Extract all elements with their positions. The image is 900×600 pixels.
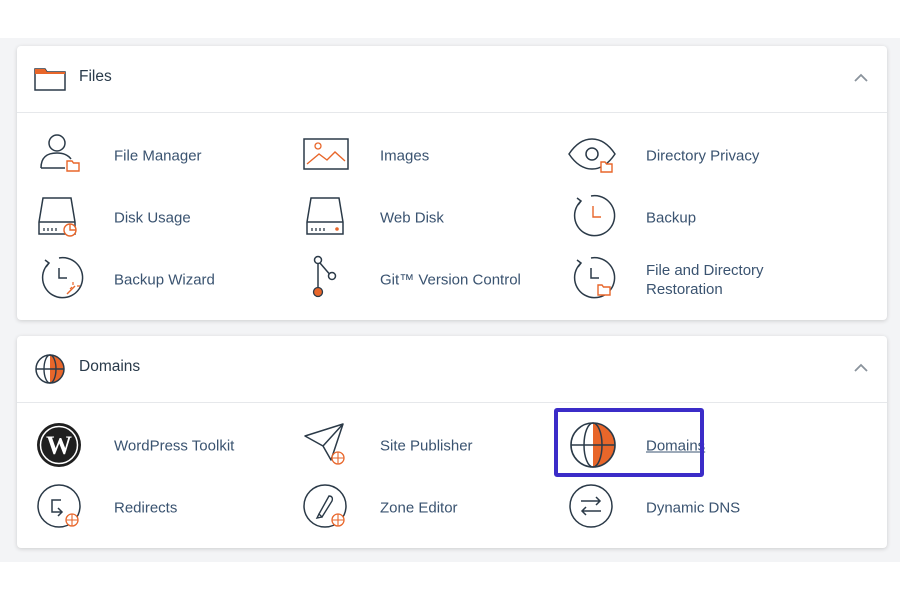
git-version-control-label[interactable]: Git™ Version Control — [380, 271, 521, 290]
dynamic-dns-label[interactable]: Dynamic DNS — [646, 499, 740, 518]
backup-tile[interactable]: Backup — [569, 192, 829, 244]
git-version-control-tile[interactable]: Git™ Version Control — [303, 254, 543, 306]
zone-editor-icon — [303, 482, 353, 532]
directory-privacy-tile[interactable]: Directory Privacy — [568, 130, 829, 182]
redirects-icon — [37, 482, 87, 532]
directory-privacy-icon — [568, 130, 619, 180]
site-publisher-label[interactable]: Site Publisher — [380, 437, 473, 456]
files-panel: Files File Manager Images Directory Priv… — [17, 46, 887, 320]
backup-wizard-tile[interactable]: Backup Wizard — [37, 254, 267, 306]
restoration-label-line1: File and Directory — [646, 262, 764, 279]
file-directory-restoration-tile[interactable]: File and Directory Restoration — [569, 254, 839, 306]
site-publisher-tile[interactable]: Site Publisher — [303, 420, 543, 472]
dynamic-dns-icon — [569, 482, 619, 532]
restoration-icon — [569, 254, 619, 304]
domains-highlight-box — [554, 408, 704, 477]
backup-label[interactable]: Backup — [646, 209, 696, 228]
file-manager-icon — [37, 130, 87, 180]
disk-usage-icon — [37, 192, 87, 242]
images-tile[interactable]: Images — [303, 130, 543, 182]
redirects-label[interactable]: Redirects — [114, 499, 177, 518]
domains-panel-title: Domains — [79, 358, 141, 375]
disk-usage-tile[interactable]: Disk Usage — [37, 192, 267, 244]
domains-panel: Domains W WordPress Toolkit Site Publish… — [17, 336, 887, 548]
directory-privacy-label[interactable]: Directory Privacy — [646, 147, 759, 166]
svg-text:W: W — [46, 431, 72, 460]
redirects-tile[interactable]: Redirects — [37, 482, 267, 534]
backup-icon — [569, 192, 619, 242]
git-icon — [303, 254, 353, 304]
files-panel-header[interactable]: Files — [17, 46, 887, 113]
dynamic-dns-tile[interactable]: Dynamic DNS — [569, 482, 829, 534]
web-disk-icon — [303, 192, 353, 242]
file-manager-label[interactable]: File Manager — [114, 147, 202, 166]
zone-editor-tile[interactable]: Zone Editor — [303, 482, 543, 534]
domains-panel-header[interactable]: Domains — [17, 336, 887, 403]
web-disk-tile[interactable]: Web Disk — [303, 192, 543, 244]
restoration-label-line2: Restoration — [646, 281, 723, 298]
file-directory-restoration-label[interactable]: File and Directory Restoration — [646, 261, 764, 299]
zone-editor-label[interactable]: Zone Editor — [380, 499, 458, 518]
images-label[interactable]: Images — [380, 147, 429, 166]
site-publisher-icon — [303, 420, 353, 470]
folder-icon — [34, 66, 66, 92]
globe-icon — [34, 354, 66, 384]
wordpress-toolkit-label[interactable]: WordPress Toolkit — [114, 437, 234, 456]
wordpress-icon: W — [37, 420, 87, 470]
wordpress-toolkit-tile[interactable]: W WordPress Toolkit — [37, 420, 267, 472]
backup-wizard-label[interactable]: Backup Wizard — [114, 271, 215, 290]
files-panel-title: Files — [79, 68, 112, 85]
web-disk-label[interactable]: Web Disk — [380, 209, 444, 228]
chevron-up-icon[interactable] — [853, 72, 869, 84]
images-icon — [303, 130, 353, 180]
chevron-up-icon[interactable] — [853, 362, 869, 374]
file-manager-tile[interactable]: File Manager — [37, 130, 267, 182]
disk-usage-label[interactable]: Disk Usage — [114, 209, 191, 228]
backup-wizard-icon — [37, 254, 87, 304]
